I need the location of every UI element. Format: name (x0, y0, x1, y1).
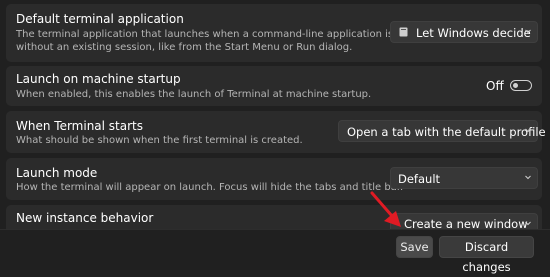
chevron-down-icon (525, 128, 531, 133)
toggle-knob (513, 82, 518, 88)
setting-card-default-terminal: Default terminal application The termina… (6, 4, 542, 62)
setting-title: Launch mode (16, 166, 98, 180)
setting-card-launch-startup: Launch on machine startup When enabled, … (6, 66, 542, 106)
setting-description: When enabled, this enables the launch of… (16, 89, 372, 100)
setting-description: How the terminal will appear on launch. … (16, 182, 404, 193)
annotation-arrow-icon (370, 191, 401, 227)
chevron-down-icon (525, 175, 531, 180)
when-terminal-starts-dropdown[interactable]: Open a tab with the default profile (338, 120, 546, 142)
chevron-down-icon (525, 29, 531, 34)
dropdown-value: Default (398, 172, 441, 186)
setting-title: Default terminal application (16, 12, 184, 26)
launch-mode-dropdown[interactable]: Default (390, 167, 538, 189)
setting-title: When Terminal starts (16, 119, 144, 133)
settings-footer: Save Discard changes (0, 229, 550, 274)
terminal-app-icon (399, 27, 408, 37)
toggle-state-label: Off (486, 79, 504, 93)
setting-description: What should be shown when the first term… (16, 135, 303, 146)
setting-title: New instance behavior (16, 211, 154, 225)
setting-description: The terminal application that launches w… (16, 29, 413, 53)
dropdown-value: Let Windows decide (416, 26, 531, 40)
default-terminal-dropdown[interactable]: Let Windows decide (390, 21, 538, 43)
launch-startup-toggle[interactable] (510, 80, 532, 91)
dropdown-value: Open a tab with the default profile (347, 125, 546, 139)
setting-card-when-starts: When Terminal starts What should be show… (6, 111, 546, 153)
discard-changes-button[interactable]: Discard changes (439, 236, 534, 274)
setting-card-launch-mode: Launch mode How the terminal will appear… (6, 158, 542, 200)
save-button[interactable]: Save (396, 236, 433, 258)
chevron-down-icon (525, 221, 531, 226)
setting-title: Launch on machine startup (16, 72, 181, 86)
